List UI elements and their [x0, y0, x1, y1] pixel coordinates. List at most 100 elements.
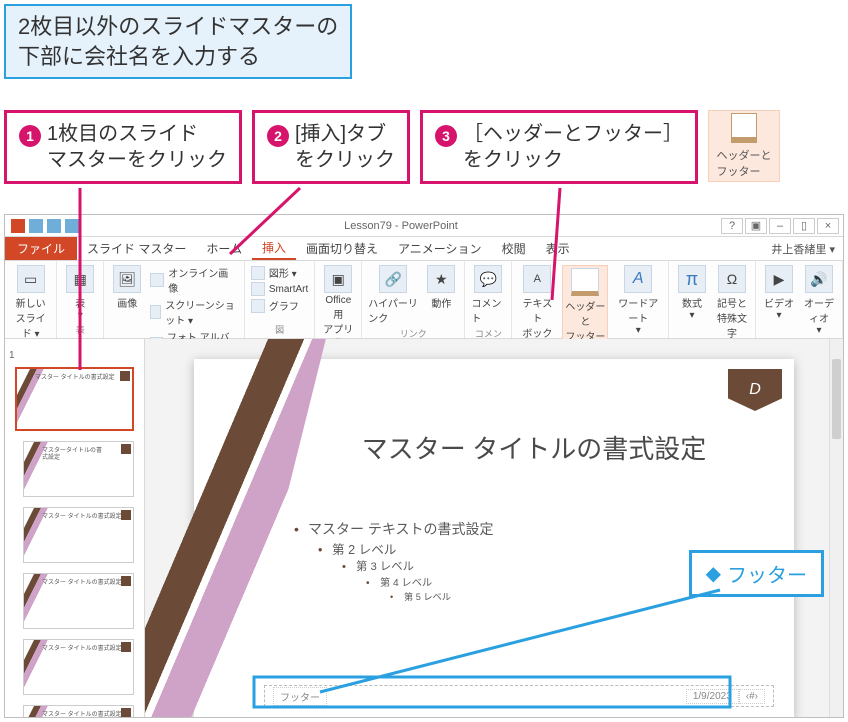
group-label-illustration: 図: [251, 323, 308, 336]
image-button[interactable]: 🖼 画像: [110, 265, 144, 310]
header-footer-button[interactable]: ヘッダーと フッター: [562, 265, 608, 346]
shapes-button[interactable]: 図形 ▾: [251, 265, 308, 280]
undo-icon[interactable]: [47, 219, 61, 233]
callout-2-line1: [挿入]タブ: [295, 121, 395, 147]
window-buttons: ? ▣ – ▯ ×: [717, 218, 843, 234]
callout-3: 3 ［ヘッダーとフッター］ をクリック: [420, 110, 698, 184]
hyperlink-button[interactable]: 🔗 ハイパーリンク: [368, 265, 418, 325]
header-footer-sample-icon: ヘッダーと フッター: [708, 110, 780, 182]
ribbon: ▭ 新しい スライド ▾ スライド ▦ 表 ▾ 表 🖼 画像: [5, 261, 843, 339]
banner-line2: 下部に会社名を入力する: [18, 42, 338, 72]
app-icon: [11, 219, 25, 233]
tab-home[interactable]: ホーム: [196, 237, 252, 260]
ribbon-group-text: A テキスト ボックス ▾ ヘッダーと フッター A ワードアート ▾ テキスト: [512, 261, 669, 338]
instruction-banner: 2枚目以外のスライドマスターの 下部に会社名を入力する: [4, 4, 352, 79]
table-icon: ▦: [66, 265, 94, 293]
tab-slide-master[interactable]: スライド マスター: [77, 237, 196, 260]
equation-button[interactable]: π 数式 ▾: [675, 265, 709, 321]
layout-thumb[interactable]: マスター タイトルの書式設定: [23, 705, 134, 717]
wordart-button[interactable]: A ワードアート ▾: [614, 265, 662, 336]
page-icon: [731, 113, 757, 143]
callout-3-line1: ［ヘッダーとフッター］: [463, 121, 683, 147]
callout-2-line2: をクリック: [295, 147, 395, 173]
footer-page-placeholder[interactable]: ‹#›: [739, 689, 765, 704]
ribbon-group-apps: ▣ Office 用 アプリ ▾ アプリ: [315, 261, 362, 338]
tab-view[interactable]: 表示: [536, 237, 580, 260]
window-title: Lesson79 - PowerPoint: [85, 220, 717, 232]
header-footer-icon: [571, 268, 599, 296]
scrollbar-handle[interactable]: [832, 359, 841, 439]
tab-review[interactable]: 校閲: [492, 237, 536, 260]
smartart-button[interactable]: SmartArt: [251, 282, 308, 296]
ribbon-group-media: ▶ ビデオ ▾ 🔊 オーディオ ▾ メディア: [756, 261, 843, 338]
master-number: 1: [9, 350, 15, 361]
comment-button[interactable]: 💬 コメント: [471, 265, 505, 325]
chart-button[interactable]: グラフ: [251, 298, 308, 313]
title-placeholder[interactable]: マスター タイトルの書式設定: [314, 429, 754, 466]
group-label-table: 表: [63, 323, 97, 336]
signed-in-user[interactable]: 井上香緒里 ▾: [763, 241, 843, 257]
ribbon-toggle-button[interactable]: ▣: [745, 218, 767, 234]
layout-thumb[interactable]: マスター タイトルの書式設定: [23, 639, 134, 695]
ribbon-group-image: 🖼 画像 オンライン画像 スクリーンショット ▾ フォト アルバム ▾ 画像: [104, 261, 245, 338]
ribbon-tabs: ファイル スライド マスター ホーム 挿入 画面切り替え アニメーション 校閲 …: [5, 237, 843, 261]
thumb-corner-decor: [120, 371, 130, 381]
tab-animations[interactable]: アニメーション: [388, 237, 492, 260]
file-tab[interactable]: ファイル: [5, 237, 77, 260]
slide-canvas[interactable]: D マスター タイトルの書式設定 マスター テキストの書式設定 第 2 レベル …: [194, 359, 794, 717]
new-slide-icon: ▭: [17, 265, 45, 293]
screenshot-icon: [150, 305, 161, 319]
ribbon-group-symbol: π 数式 ▾ Ω 記号と 特殊文字 記号と特殊文字: [669, 261, 756, 338]
footer-callout-text: フッター: [727, 559, 807, 588]
hyperlink-icon: 🔗: [379, 265, 407, 293]
callout-row: 1 1枚目のスライド マスターをクリック 2 [挿入]タブ をクリック 3 ［ヘ…: [4, 110, 780, 184]
powerpoint-window: Lesson79 - PowerPoint ? ▣ – ▯ × ファイル スライ…: [4, 214, 844, 718]
title-bar: Lesson79 - PowerPoint ? ▣ – ▯ ×: [5, 215, 843, 237]
tab-insert[interactable]: 挿入: [252, 237, 296, 260]
redo-icon[interactable]: [65, 219, 79, 233]
tab-transitions[interactable]: 画面切り替え: [296, 237, 388, 260]
thumbnail-pane[interactable]: 1 マスター タイトルの書式設定 マスタータイトルの書 式設定 マスター タイト…: [5, 339, 145, 717]
slide-master-thumb[interactable]: マスター タイトルの書式設定: [15, 367, 134, 431]
audio-icon: 🔊: [805, 265, 833, 293]
new-slide-button[interactable]: ▭ 新しい スライド ▾: [11, 265, 50, 340]
wordart-icon: A: [624, 265, 652, 293]
footer-callout: ◆ フッター: [689, 550, 824, 597]
online-image-button[interactable]: オンライン画像: [150, 265, 238, 295]
callout-3-num: 3: [435, 125, 457, 147]
close-button[interactable]: ×: [817, 218, 839, 234]
action-button[interactable]: ★ 動作: [424, 265, 458, 310]
callout-2-num: 2: [267, 125, 289, 147]
callout-1-num: 1: [19, 125, 41, 147]
symbol-button[interactable]: Ω 記号と 特殊文字: [715, 265, 749, 340]
callout-2: 2 [挿入]タブ をクリック: [252, 110, 410, 184]
audio-button[interactable]: 🔊 オーディオ ▾: [802, 265, 836, 336]
video-button[interactable]: ▶ ビデオ ▾: [762, 265, 796, 321]
layout-thumb[interactable]: マスタータイトルの書 式設定: [23, 441, 134, 497]
body-placeholder[interactable]: マスター テキストの書式設定 第 2 レベル 第 3 レベル 第 4 レベル 第…: [294, 519, 754, 603]
office-apps-button[interactable]: ▣ Office 用 アプリ ▾: [321, 265, 355, 347]
action-icon: ★: [427, 265, 455, 293]
thumb-master-title: マスター タイトルの書式設定: [35, 375, 115, 382]
table-button[interactable]: ▦ 表 ▾: [63, 265, 97, 321]
footer-text-placeholder[interactable]: フッター: [273, 687, 327, 706]
chart-icon: [251, 299, 265, 313]
save-icon[interactable]: [29, 219, 43, 233]
help-button[interactable]: ?: [721, 218, 743, 234]
ribbon-group-comment: 💬 コメント コメント: [465, 261, 512, 338]
layout-thumb[interactable]: マスター タイトルの書式設定: [23, 573, 134, 629]
ribbon-group-slide: ▭ 新しい スライド ▾ スライド: [5, 261, 57, 338]
footer-placeholder-row[interactable]: フッター 1/9/2023 ‹#›: [264, 685, 774, 707]
hf-icon-line1: ヘッダーと: [717, 147, 772, 163]
maximize-button[interactable]: ▯: [793, 218, 815, 234]
footer-date-placeholder[interactable]: 1/9/2023: [686, 689, 739, 704]
layout-thumb[interactable]: マスター タイトルの書式設定: [23, 507, 134, 563]
workspace: 1 マスター タイトルの書式設定 マスタータイトルの書 式設定 マスター タイト…: [5, 339, 843, 717]
callout-1: 1 1枚目のスライド マスターをクリック: [4, 110, 242, 184]
screenshot-button[interactable]: スクリーンショット ▾: [150, 297, 238, 327]
vertical-scrollbar[interactable]: [829, 339, 843, 717]
symbol-icon: Ω: [718, 265, 746, 293]
image-icon: 🖼: [113, 265, 141, 293]
ribbon-group-link: 🔗 ハイパーリンク ★ 動作 リンク: [362, 261, 465, 338]
minimize-button[interactable]: –: [769, 218, 791, 234]
